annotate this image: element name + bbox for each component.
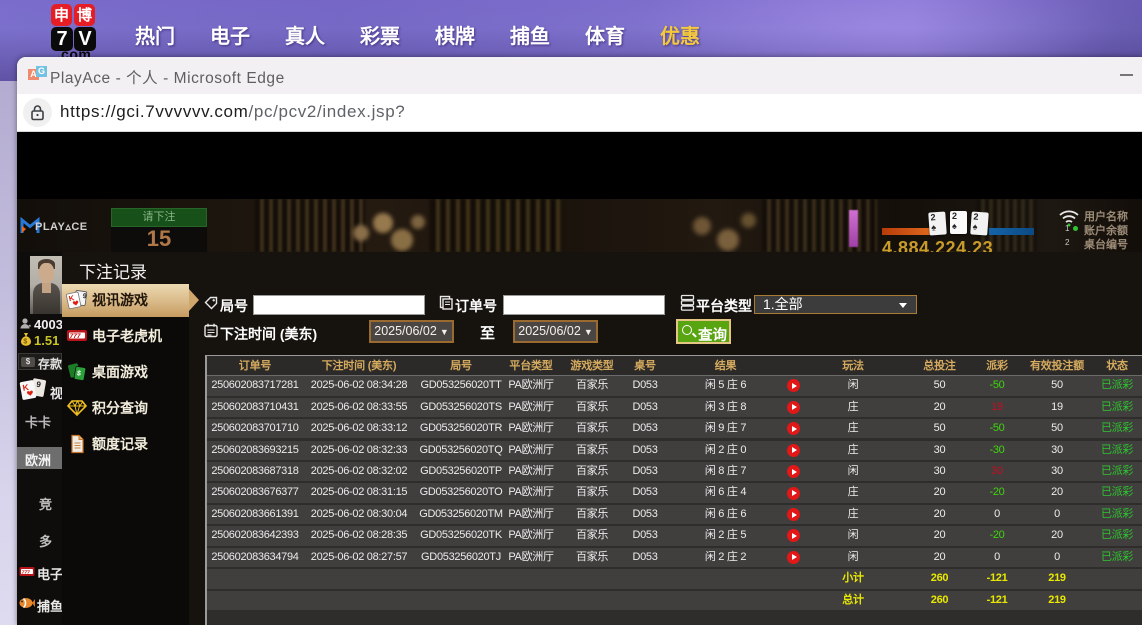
svg-text:$: $	[23, 339, 27, 346]
svg-text:777: 777	[70, 333, 81, 340]
svg-text:777: 777	[22, 569, 30, 575]
svg-text:9: 9	[82, 293, 87, 300]
